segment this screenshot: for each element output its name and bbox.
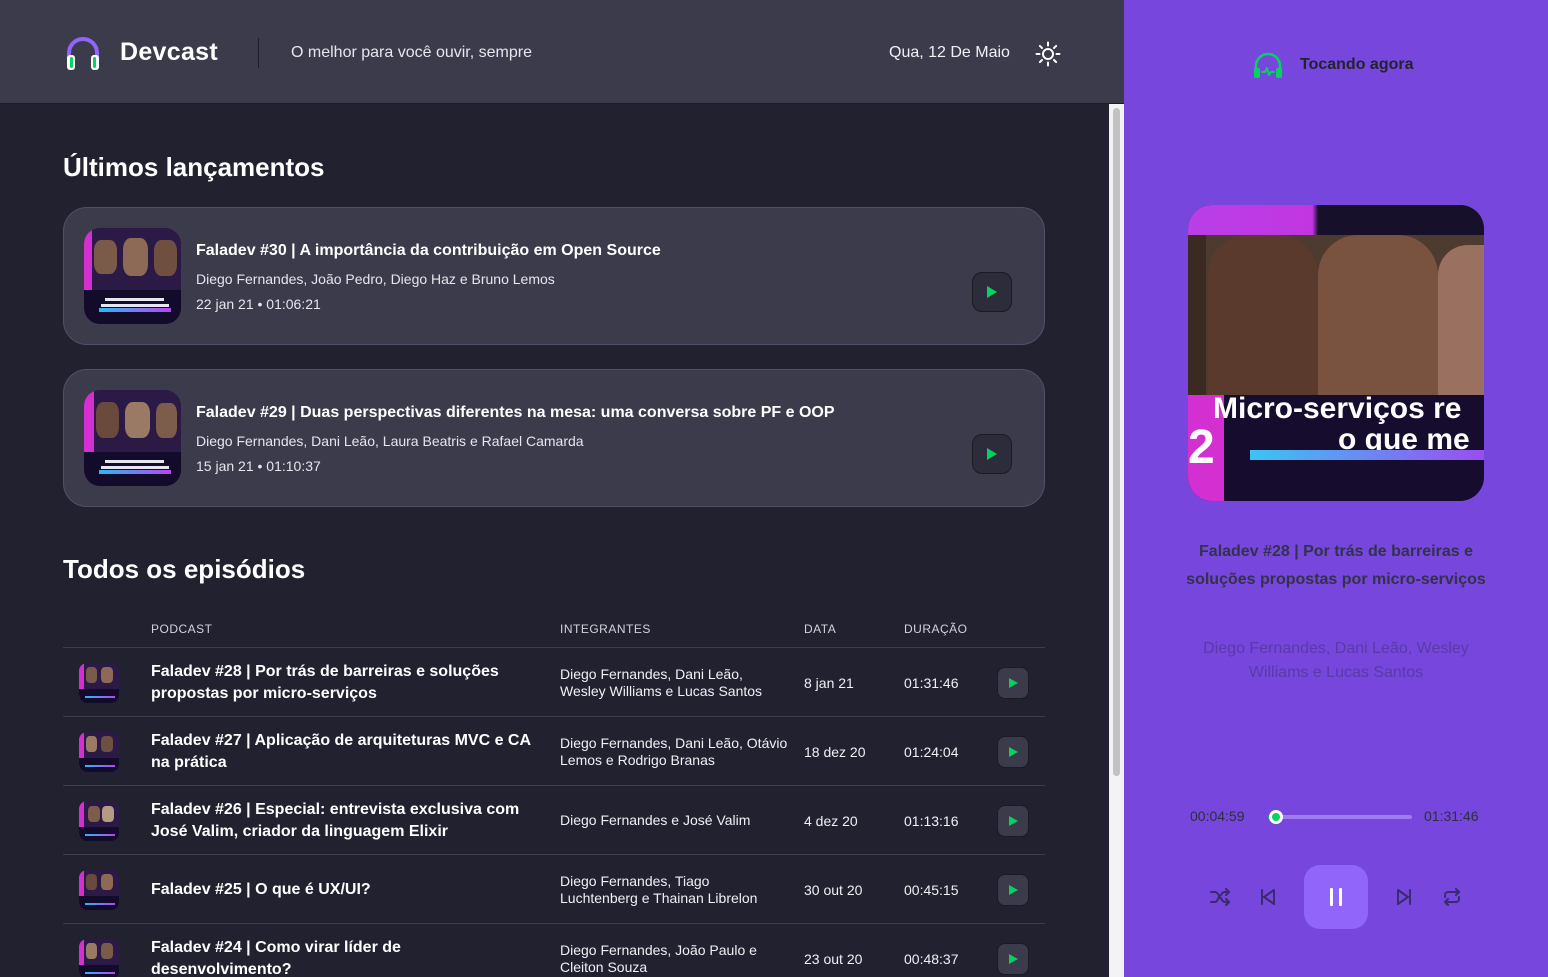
play-button[interactable]	[997, 943, 1029, 975]
header: Devcast O melhor para você ouvir, sempre…	[0, 0, 1124, 104]
episode-thumbnail	[84, 390, 181, 486]
vertical-scrollbar[interactable]	[1109, 104, 1124, 977]
skip-forward-icon	[1397, 889, 1411, 905]
brand-name: Devcast	[120, 38, 218, 66]
episode-cover: Micro-serviços re o que me 2	[1188, 205, 1484, 501]
episode-date: 23 out 20	[804, 950, 863, 967]
episode-title[interactable]: Faladev #24 | Como virar líder de desenv…	[151, 924, 535, 977]
episode-title[interactable]: Faladev #28 | Por trás de barreiras e so…	[151, 648, 535, 717]
episode-meta: 15 jan 21 • 01:10:37	[196, 458, 321, 474]
episode-title[interactable]: Faladev #25 | O que é UX/UI?	[151, 855, 535, 924]
episode-title[interactable]: Faladev #29 | Duas perspectivas diferent…	[196, 404, 835, 422]
episode-date: 4 dez 20	[804, 812, 858, 829]
episode-members: Diego Fernandes, Tiago Luchtenberg e Tha…	[560, 872, 758, 906]
progress-handle[interactable]	[1268, 810, 1283, 824]
current-date: Qua, 12 De Maio	[889, 44, 1010, 61]
table-row: Faladev #25 | O que é UX/UI? Diego Ferna…	[63, 855, 1045, 924]
shuffle-button[interactable]	[1204, 881, 1236, 913]
shuffle-icon	[1210, 888, 1230, 906]
episode-title[interactable]: Faladev #26 | Especial: entrevista exclu…	[151, 786, 535, 855]
column-header-podcast: PODCAST	[151, 622, 213, 636]
episode-members: Diego Fernandes, João Paulo e Cleiton So…	[560, 941, 757, 975]
table-row: Faladev #28 | Por trás de barreiras e so…	[63, 648, 1045, 717]
episode-meta: 22 jan 21 • 01:06:21	[196, 296, 321, 312]
column-header-duration: DURAÇÃO	[904, 622, 968, 636]
all-episodes-title: Todos os episódios	[63, 554, 306, 584]
play-button[interactable]	[972, 272, 1012, 312]
progress-slider[interactable]	[1268, 810, 1412, 824]
episode-members: Diego Fernandes, Dani Leão, Laura Beatri…	[196, 433, 584, 449]
latest-episode-card[interactable]: Faladev #29 | Duas perspectivas diferent…	[63, 369, 1045, 507]
headphones-icon	[67, 37, 99, 70]
sun-icon[interactable]	[1035, 41, 1061, 67]
episode-duration: 00:48:37	[904, 950, 959, 967]
repeat-icon	[1444, 888, 1460, 906]
now-playing-members: Diego Fernandes, Dani Leão, Wesley Willi…	[1203, 640, 1469, 681]
play-icon	[1009, 747, 1018, 757]
repeat-button[interactable]	[1436, 881, 1468, 913]
play-icon	[987, 448, 997, 460]
episode-duration: 01:13:16	[904, 812, 959, 829]
episode-duration: 00:45:15	[904, 881, 959, 898]
episode-thumbnail	[79, 732, 119, 772]
play-icon	[1009, 885, 1018, 895]
header-divider	[258, 38, 259, 68]
episode-date: 18 dez 20	[804, 743, 866, 760]
current-time: 00:04:59	[1190, 808, 1245, 824]
now-playing-title: Faladev #28 | Por trás de barreiras e so…	[1186, 543, 1486, 588]
episode-members: Diego Fernandes e José Valim	[560, 812, 751, 828]
episode-thumbnail	[84, 228, 181, 324]
table-row: Faladev #26 | Especial: entrevista exclu…	[63, 786, 1045, 855]
previous-button[interactable]	[1252, 881, 1284, 913]
episode-members: Diego Fernandes, Dani Leão, Otávio Lemos…	[560, 734, 788, 768]
play-icon	[1009, 678, 1018, 688]
table-row: Faladev #27 | Aplicação de arquiteturas …	[63, 717, 1045, 786]
episode-members: Diego Fernandes, João Pedro, Diego Haz e…	[196, 271, 555, 287]
play-button[interactable]	[997, 736, 1029, 768]
column-header-members: INTEGRANTES	[560, 622, 651, 636]
player-panel: Tocando agora Micro-serviços re o que me…	[1124, 0, 1548, 977]
episode-title[interactable]: Faladev #30 | A importância da contribui…	[196, 242, 661, 260]
scrollbar-thumb[interactable]	[1113, 108, 1120, 776]
next-button[interactable]	[1388, 881, 1420, 913]
total-time: 01:31:46	[1424, 808, 1479, 824]
table-row: Faladev #24 | Como virar líder de desenv…	[63, 924, 1045, 977]
episode-thumbnail	[79, 801, 119, 841]
episode-date: 8 jan 21	[804, 674, 854, 691]
play-button[interactable]	[997, 874, 1029, 906]
play-button[interactable]	[997, 667, 1029, 699]
column-header-date: DATA	[804, 622, 837, 636]
play-icon	[1009, 816, 1018, 826]
pause-button[interactable]	[1304, 865, 1368, 929]
episode-title[interactable]: Faladev #27 | Aplicação de arquiteturas …	[151, 717, 535, 786]
episode-members: Diego Fernandes, Dani Leão, Wesley Willi…	[560, 665, 763, 699]
pause-icon	[1330, 888, 1342, 906]
latest-section-title: Últimos lançamentos	[63, 152, 325, 182]
episode-duration: 01:31:46	[904, 674, 959, 691]
episode-thumbnail	[79, 870, 119, 910]
play-icon	[1009, 954, 1018, 964]
cover-number: 2	[1188, 421, 1215, 474]
headphones-pulse-icon	[1254, 52, 1282, 78]
episode-thumbnail	[79, 663, 119, 703]
tagline: O melhor para você ouvir, sempre	[291, 44, 532, 61]
skip-back-icon	[1261, 889, 1275, 905]
latest-episode-card[interactable]: Faladev #30 | A importância da contribui…	[63, 207, 1045, 345]
cover-text: Micro-serviços re	[1213, 392, 1462, 425]
episode-thumbnail	[79, 939, 119, 977]
now-playing-label: Tocando agora	[1300, 56, 1414, 73]
play-button[interactable]	[997, 805, 1029, 837]
play-icon	[987, 286, 997, 298]
episode-date: 30 out 20	[804, 881, 863, 898]
main-content: Devcast O melhor para você ouvir, sempre…	[0, 0, 1124, 977]
episode-duration: 01:24:04	[904, 743, 959, 760]
play-button[interactable]	[972, 434, 1012, 474]
